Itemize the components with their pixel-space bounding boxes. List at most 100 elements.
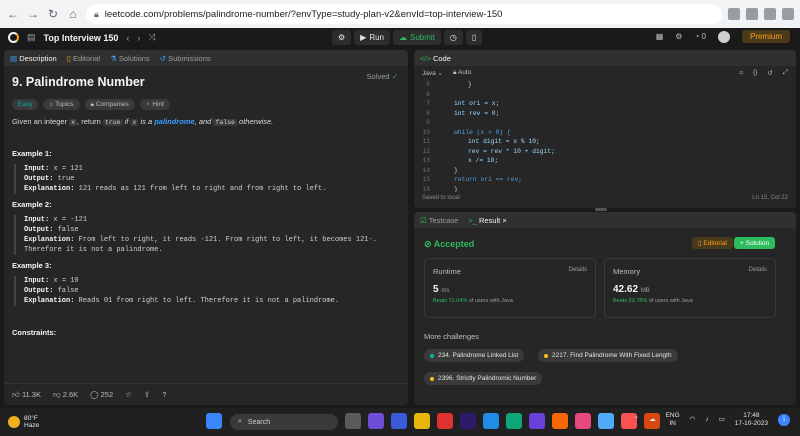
language-select[interactable]: Java ⌄	[422, 69, 443, 77]
weather-widget[interactable]: 80°F Haze	[8, 415, 39, 429]
runtime-unit: ms	[441, 288, 450, 294]
chevron-right-icon[interactable]: ›	[137, 33, 140, 43]
premium-button[interactable]: Premium	[741, 30, 790, 43]
browser-toolbar: ← → ↻ ⌂ 🔒︎ leetcode.com/problems/palindr…	[0, 0, 800, 28]
battery-icon[interactable]: ▭	[719, 416, 725, 424]
chevron-up-icon[interactable]: ⌃	[634, 416, 639, 424]
tab-result[interactable]: >_ Result ×	[468, 216, 506, 225]
solved-status: Solved ✓	[367, 72, 398, 83]
menu-icon[interactable]	[782, 8, 794, 20]
leetcode-logo-icon[interactable]	[8, 32, 19, 43]
study-plan-title[interactable]: Top Interview 150	[44, 33, 119, 43]
braces-icon[interactable]: {}	[753, 69, 757, 77]
onedrive-icon[interactable]: ☁	[649, 416, 656, 424]
premiere-icon[interactable]	[460, 413, 476, 429]
firefox-icon[interactable]	[552, 413, 568, 429]
topics-chip[interactable]: ⌂ Topics	[43, 98, 80, 110]
address-bar[interactable]: 🔒︎ leetcode.com/problems/palindrome-numb…	[86, 4, 722, 24]
task-view-icon[interactable]	[345, 413, 361, 429]
notes-button[interactable]: ◷	[443, 30, 463, 45]
app-icon[interactable]	[391, 413, 407, 429]
tab-testcase-label: Testcase	[428, 215, 459, 225]
code-editor[interactable]: 5} 6 7 int ori = x; 8 int rev = 0; 9 10 whi…	[414, 79, 796, 192]
tab-submissions[interactable]: ↺ Submissions	[160, 54, 211, 63]
reload-icon[interactable]: ↻	[46, 7, 60, 21]
close-icon[interactable]: ×	[502, 216, 506, 225]
list-icon[interactable]: ▤	[27, 32, 36, 43]
chevron-left-icon[interactable]: ‹	[126, 33, 129, 43]
star-icon[interactable]	[746, 8, 758, 20]
example-input: x = 10	[53, 276, 79, 285]
taskbar-search[interactable]: ⌕ Search	[230, 414, 338, 430]
app-icon[interactable]	[529, 413, 545, 429]
companies-chip[interactable]: 🔒︎ Companies	[84, 98, 135, 110]
share-icon[interactable]	[728, 8, 740, 20]
editorial-button[interactable]: ▯ Editorial	[692, 237, 733, 249]
excel-icon[interactable]	[506, 413, 522, 429]
home-icon[interactable]: ⌂	[66, 7, 80, 21]
tab-solutions[interactable]: ⚗ Solutions	[110, 54, 150, 63]
code-line: 8 int rev = 0;	[414, 109, 796, 119]
run-button[interactable]: ▶ Run	[354, 30, 391, 45]
solution-button[interactable]: + Solution	[734, 237, 776, 249]
code-text: }	[454, 185, 458, 193]
extension-icon[interactable]	[764, 8, 776, 20]
share-icon[interactable]: ⇪	[144, 390, 150, 399]
tab-description[interactable]: ▤ Description	[10, 54, 57, 63]
status-text: Accepted	[433, 239, 475, 249]
streak-value: 0	[701, 32, 706, 41]
challenge-chip[interactable]: 234. Palindrome Linked List	[424, 349, 525, 362]
vscode-icon[interactable]	[483, 413, 499, 429]
expand-icon[interactable]: ⤢	[783, 69, 788, 77]
description-tabs: ▤ Description ▯ Editorial ⚗ Solutions ↺ …	[4, 50, 408, 66]
app-icon[interactable]	[598, 413, 614, 429]
statement-part: otherwise.	[239, 116, 274, 126]
submit-button[interactable]: ☁ Submit	[393, 30, 441, 45]
wifi-icon[interactable]: ◠	[690, 416, 696, 424]
arrow-left-icon[interactable]: ←	[6, 7, 20, 21]
solved-label: Solved	[366, 72, 390, 81]
settings-icon[interactable]: ⚙	[675, 32, 682, 41]
help-icon[interactable]: ?	[162, 390, 166, 399]
palindrome-link[interactable]: palindrome	[154, 117, 194, 126]
like-button[interactable]: 👍︎ 11.3K	[12, 390, 41, 400]
vertical-splitter[interactable]	[409, 50, 412, 405]
notification-badge[interactable]: 1	[778, 413, 790, 426]
tab-testcase[interactable]: ☑ Testcase	[420, 216, 458, 225]
tab-code[interactable]: </> Code	[420, 54, 451, 63]
challenge-chip[interactable]: 2396. Strictly Palindromic Number	[424, 372, 543, 385]
comments-button[interactable]: ◯ 252	[90, 390, 113, 399]
book-icon: ▯	[66, 53, 71, 63]
notes-button-2[interactable]: ▯	[465, 30, 483, 45]
clock[interactable]: 17:48 17-10-2023	[735, 412, 768, 428]
chat-icon[interactable]	[368, 413, 384, 429]
runtime-details-link[interactable]: Details	[569, 267, 587, 273]
challenge-chip[interactable]: 2217. Find Palindrome With Fixed Length	[538, 349, 678, 362]
shuffle-icon[interactable]: ⤨	[148, 32, 155, 43]
tab-editorial[interactable]: ▯ Editorial	[67, 54, 100, 63]
reset-icon[interactable]: ↺	[767, 69, 772, 77]
runtime-card[interactable]: Runtime Details 5 ms Beats 72.04% of use…	[424, 258, 596, 318]
streak-counter[interactable]: ◔ 0	[694, 32, 706, 41]
memory-card[interactable]: Memory Details 42.62 MB Beats 63.78% of …	[604, 258, 776, 318]
arrow-right-icon[interactable]: →	[26, 7, 40, 21]
date: 17-10-2023	[734, 419, 768, 427]
example-explanation: From left to right, it reads -121. From …	[24, 235, 377, 254]
debug-button[interactable]: ⚙	[332, 30, 352, 45]
memory-details-link[interactable]: Details	[749, 267, 767, 273]
file-explorer-icon[interactable]	[414, 413, 430, 429]
windows-start-icon[interactable]	[206, 413, 222, 429]
grid-icon[interactable]: ▦	[656, 32, 664, 41]
avatar[interactable]	[717, 30, 730, 43]
hint-chip[interactable]: ♀ Hint	[139, 98, 170, 110]
dislike-button[interactable]: 👎︎ 2.6K	[53, 390, 78, 400]
volume-icon[interactable]: ♪	[705, 416, 708, 424]
star-icon[interactable]: ☆	[125, 390, 132, 399]
horizontal-splitter[interactable]	[595, 208, 607, 211]
bookmark-icon[interactable]: ⌑	[740, 69, 743, 77]
comment-count: 252	[100, 390, 114, 399]
language-indicator[interactable]: ENG IN	[666, 412, 680, 428]
chrome-icon[interactable]	[437, 413, 453, 429]
app-icon[interactable]	[575, 413, 591, 429]
mode-select[interactable]: 🔒︎ Auto	[453, 69, 471, 77]
